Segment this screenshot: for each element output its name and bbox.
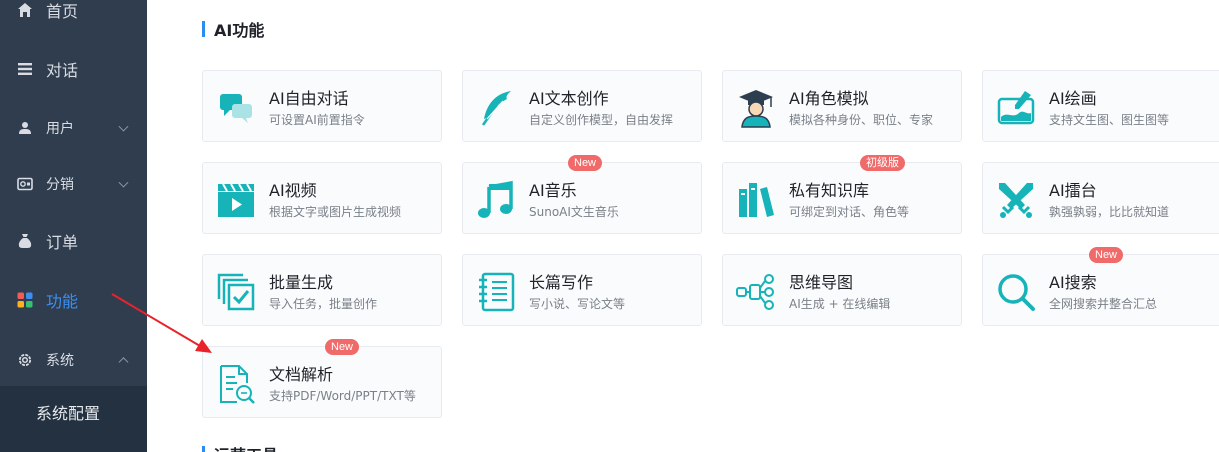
new-badge: New xyxy=(568,155,603,171)
card-title: 私有知识库 xyxy=(789,181,870,200)
section-header-next: 运营工具 xyxy=(202,446,278,452)
card-desc: 自定义创作模型，自由发挥 xyxy=(529,113,674,127)
card-desc: SunoAI文生音乐 xyxy=(529,205,619,219)
sidebar-item-features[interactable]: 功能 xyxy=(0,272,147,328)
card-desc: 模拟各种身份、职位、专家 xyxy=(789,113,934,127)
card-ai-search[interactable]: AI搜索 New 全网搜索并整合汇总 xyxy=(982,247,1219,326)
sidebar-item-label: 系统 xyxy=(46,353,74,369)
sidebar: 首页 对话 用户 分销 订单 功能 系统 系统配置 xyxy=(0,0,147,452)
card-ai-music[interactable]: AI音乐 New SunoAI文生音乐 xyxy=(462,155,702,234)
graduate-icon xyxy=(735,87,777,129)
card-ai-free-chat[interactable]: AI自由对话 可设置AI前置指令 xyxy=(202,70,442,142)
card-title: AI搜索 xyxy=(1049,273,1097,292)
card-knowledge-base[interactable]: 私有知识库 初级版 可绑定到对话、角色等 xyxy=(722,155,962,234)
card-ai-painting[interactable]: AI绘画 支持文生图、图生图等 xyxy=(982,70,1219,142)
new-badge: New xyxy=(325,339,360,355)
card-title: AI视频 xyxy=(269,181,317,200)
sidebar-item-label: 订单 xyxy=(46,233,79,252)
card-ai-text-creation[interactable]: AI文本创作 自定义创作模型，自由发挥 xyxy=(462,70,702,142)
card-desc: 导入任务，批量创作 xyxy=(269,297,378,311)
crossed-swords-icon xyxy=(995,179,1037,221)
submenu-item-system-config[interactable]: 系统配置 xyxy=(36,400,100,424)
mindmap-icon xyxy=(735,271,777,313)
sidebar-item-label: 分销 xyxy=(46,177,74,193)
music-note-icon xyxy=(475,179,517,221)
card-title: AI角色模拟 xyxy=(789,89,869,108)
chevron-down-icon xyxy=(118,121,129,132)
paint-brush-icon xyxy=(995,87,1037,129)
card-ai-role-play[interactable]: AI角色模拟 模拟各种身份、职位、专家 xyxy=(722,70,962,142)
card-desc: 支持PDF/Word/PPT/TXT等 xyxy=(269,389,416,403)
card-desc: 支持文生图、图生图等 xyxy=(1049,113,1170,127)
search-icon xyxy=(995,271,1037,313)
card-desc: 全网搜索并整合汇总 xyxy=(1049,297,1158,311)
section-marker xyxy=(202,446,205,452)
sidebar-item-label: 功能 xyxy=(46,292,79,311)
card-title: AI擂台 xyxy=(1049,181,1097,200)
card-title: 思维导图 xyxy=(789,273,854,292)
section-title: AI功能 xyxy=(214,21,265,40)
tier-badge: 初级版 xyxy=(860,155,905,171)
card-title: AI绘画 xyxy=(1049,89,1097,108)
card-ai-arena[interactable]: AI擂台 孰强孰弱，比比就知道 xyxy=(982,162,1219,234)
card-long-writing[interactable]: 长篇写作 写小说、写论文等 xyxy=(462,254,702,326)
card-document-parse[interactable]: 文档解析 New 支持PDF/Word/PPT/TXT等 xyxy=(202,339,442,418)
main-content: AI功能 AI自由对话 可设置AI前置指令 AI文本创作 自定义创作模型，自由发… xyxy=(147,0,1219,452)
sidebar-item-home[interactable]: 首页 xyxy=(0,0,147,38)
card-title: 批量生成 xyxy=(269,273,334,292)
section-header: AI功能 xyxy=(202,19,265,40)
chevron-up-icon xyxy=(118,357,129,368)
notebook-icon xyxy=(475,271,517,313)
user-icon xyxy=(16,119,34,137)
sidebar-item-label: 用户 xyxy=(46,121,74,137)
apps-icon xyxy=(16,291,34,309)
video-clapper-icon xyxy=(215,179,257,221)
card-title: AI自由对话 xyxy=(269,89,349,108)
card-desc: 根据文字或图片生成视频 xyxy=(269,205,402,219)
document-search-icon xyxy=(215,363,257,405)
sidebar-item-system[interactable]: 系统 xyxy=(0,332,147,388)
books-icon xyxy=(735,179,777,221)
card-mind-map[interactable]: 思维导图 AI生成 + 在线编辑 xyxy=(722,254,962,326)
section-title: 运营工具 xyxy=(214,442,278,452)
bag-icon xyxy=(16,232,34,250)
sidebar-item-distribution[interactable]: 分销 xyxy=(0,156,147,212)
card-desc: 可绑定到对话、角色等 xyxy=(789,205,910,219)
sidebar-item-users[interactable]: 用户 xyxy=(0,100,147,156)
section-marker xyxy=(202,21,205,37)
card-title: 文档解析 xyxy=(269,365,334,384)
new-badge: New xyxy=(1089,247,1124,263)
card-ai-video[interactable]: AI视频 根据文字或图片生成视频 xyxy=(202,162,442,234)
card-desc: AI生成 + 在线编辑 xyxy=(789,297,891,311)
chevron-down-icon xyxy=(118,177,129,188)
chat-bubbles-icon xyxy=(215,87,257,129)
card-desc: 写小说、写论文等 xyxy=(529,297,626,311)
home-icon xyxy=(16,1,34,19)
sidebar-item-label: 对话 xyxy=(46,61,79,80)
feather-icon xyxy=(475,87,517,129)
sidebar-submenu: 系统配置 xyxy=(0,386,147,452)
card-title: AI文本创作 xyxy=(529,89,609,108)
card-title: 长篇写作 xyxy=(529,273,594,292)
card-title: AI音乐 xyxy=(529,181,577,200)
card-desc: 孰强孰弱，比比就知道 xyxy=(1049,205,1170,219)
batch-check-icon xyxy=(215,271,257,313)
sidebar-item-chat[interactable]: 对话 xyxy=(0,41,147,97)
sidebar-item-orders[interactable]: 订单 xyxy=(0,213,147,269)
list-icon xyxy=(16,60,34,78)
sidebar-item-label: 首页 xyxy=(46,2,79,21)
gear-icon xyxy=(16,351,34,369)
wallet-icon xyxy=(16,175,34,193)
card-batch-generate[interactable]: 批量生成 导入任务，批量创作 xyxy=(202,254,442,326)
card-desc: 可设置AI前置指令 xyxy=(269,113,365,127)
